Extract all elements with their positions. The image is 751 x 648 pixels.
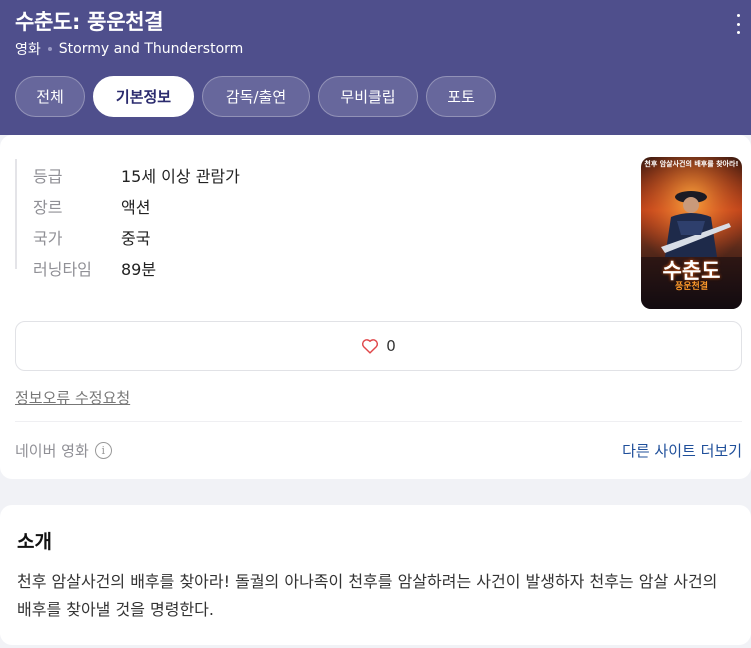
info-key: 장르 — [33, 197, 63, 217]
info-row-genre: 장르 액션 — [33, 190, 240, 221]
info-key: 등급 — [33, 166, 63, 186]
more-sites-link[interactable]: 다른 사이트 더보기 — [622, 440, 742, 461]
info-value: 15세 이상 관람가 — [121, 166, 240, 186]
basic-info-card: 등급 15세 이상 관람가 장르 액션 국가 중국 러닝타임 89분 천후 암살… — [0, 135, 751, 479]
info-value: 중국 — [121, 228, 151, 248]
tab-movie-clip[interactable]: 무비클립 — [318, 76, 418, 117]
page-title: 수춘도: 풍운천결 — [15, 10, 164, 34]
info-list: 등급 15세 이상 관람가 장르 액션 국가 중국 러닝타임 89분 — [15, 159, 240, 279]
movie-poster[interactable]: 천후 암살사건의 배후를 찾아라! 수춘도 풍운천결 — [641, 157, 742, 309]
intro-title: 소개 — [17, 531, 52, 553]
divider — [15, 421, 742, 422]
english-title: Stormy and Thunderstorm — [58, 41, 244, 57]
poster-tagline: 천후 암살사건의 배후를 찾아라! — [644, 160, 739, 168]
info-value: 액션 — [121, 197, 151, 217]
tab-bar: 전체 기본정보 감독/출연 무비클립 포토 — [15, 76, 736, 117]
info-value: 89분 — [121, 259, 157, 279]
info-key: 국가 — [33, 228, 63, 248]
more-options-icon[interactable] — [735, 14, 741, 34]
source-label: 네이버 영화 — [15, 442, 89, 460]
tab-all[interactable]: 전체 — [15, 76, 85, 117]
intro-card: 소개 천후 암살사건의 배후를 찾아라! 돌궐의 아나족이 천후를 암살하려는 … — [0, 505, 751, 645]
tab-basic-info[interactable]: 기본정보 — [93, 76, 194, 117]
poster-subtitle: 풍운천결 — [674, 282, 709, 292]
tab-director-cast[interactable]: 감독/출연 — [202, 76, 310, 117]
subtitle-row: 영화 Stormy and Thunderstorm — [15, 39, 736, 59]
separator-dot — [47, 47, 52, 51]
info-icon[interactable]: i — [94, 442, 112, 459]
intro-text: 천후 암살사건의 배후를 찾아라! 돌궐의 아나족이 천후를 암살하려는 사건이… — [17, 572, 718, 619]
info-key: 러닝타임 — [33, 259, 92, 279]
report-error-link[interactable]: 정보오류 수정요청 — [15, 387, 130, 408]
info-row-runtime: 러닝타임 89분 — [33, 252, 240, 283]
source-row: 네이버 영화 i — [15, 440, 112, 461]
like-count: 0 — [386, 337, 396, 355]
tab-photo[interactable]: 포토 — [426, 76, 496, 117]
category-label: 영화 — [15, 42, 41, 58]
header: 수춘도: 풍운천결 영화 Stormy and Thunderstorm 전체 … — [0, 0, 751, 135]
info-row-rating: 등급 15세 이상 관람가 — [33, 159, 240, 190]
like-button[interactable]: 0 — [15, 321, 742, 371]
heart-icon — [362, 339, 379, 354]
info-row-country: 국가 중국 — [33, 221, 240, 252]
